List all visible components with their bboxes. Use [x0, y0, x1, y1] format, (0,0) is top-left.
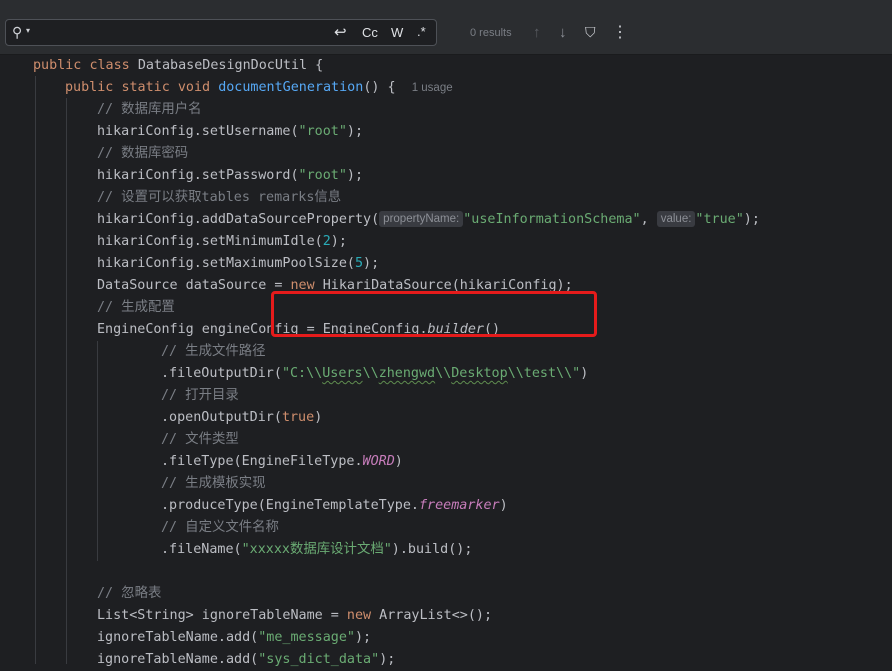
code-comment: // 打开目录: [161, 388, 239, 403]
code-line: ignoreTableName.add("sys_dict_data");: [97, 652, 396, 667]
highlight-annotation-box: [271, 291, 597, 337]
regex-button[interactable]: .*: [417, 24, 426, 39]
code-line: hikariConfig.addDataSourceProperty(prope…: [97, 211, 760, 227]
indent-guide: [35, 76, 36, 664]
code-comment: // 数据库密码: [97, 146, 189, 161]
code-line: .fileName("xxxxx数据库设计文档").build();: [161, 542, 473, 557]
code-comment: // 自定义文件名称: [161, 520, 279, 535]
code-line: hikariConfig.setMaximumPoolSize(5);: [97, 256, 380, 271]
code-comment: // 文件类型: [161, 432, 239, 447]
code-comment: // 生成配置: [97, 300, 175, 315]
code-line: public static void documentGeneration() …: [65, 80, 453, 95]
search-input[interactable]: [42, 23, 326, 44]
previous-occurrence-icon[interactable]: ↑: [533, 24, 541, 41]
code-line: hikariConfig.setPassword("root");: [97, 168, 364, 183]
indent-guide: [97, 341, 98, 561]
search-icon[interactable]: ⚲: [12, 24, 22, 41]
filter-icon[interactable]: ⛉: [585, 24, 596, 41]
code-line: public class DatabaseDesignDocUtil {: [33, 58, 324, 73]
code-line: List<String> ignoreTableName = new Array…: [97, 608, 493, 623]
results-count: 0 results: [470, 27, 512, 39]
code-comment: // 生成模板实现: [161, 476, 266, 491]
match-case-button[interactable]: Cc: [362, 25, 378, 40]
indent-guide: [66, 98, 67, 664]
parameter-hint: value:: [656, 211, 696, 227]
code-line: .fileType(EngineFileType.WORD): [161, 454, 403, 469]
code-comment: // 忽略表: [97, 586, 162, 601]
code-line: ignoreTableName.add("me_message");: [97, 630, 372, 645]
code-comment: // 生成文件路径: [161, 344, 266, 359]
more-options-icon[interactable]: ⋮: [612, 22, 628, 42]
code-comment: // 数据库用户名: [97, 102, 202, 117]
code-line: .openOutputDir(true): [161, 410, 323, 425]
whole-words-button[interactable]: W: [391, 25, 403, 40]
code-line: hikariConfig.setMinimumIdle(2);: [97, 234, 347, 249]
code-line: hikariConfig.setUsername("root");: [97, 124, 364, 139]
code-line: .fileOutputDir("C:\\Users\\zhengwd\\Desk…: [161, 366, 589, 381]
find-toolbar: ⚲ ▾ ↩ Cc W .* 0 results ↑ ↓ ⛉ ⋮: [0, 0, 892, 55]
new-line-icon[interactable]: ↩: [334, 23, 347, 41]
code-editor[interactable]: public class DatabaseDesignDocUtil { pub…: [0, 55, 892, 667]
usage-hint[interactable]: 1 usage: [412, 82, 453, 94]
code-comment: // 设置可以获取tables remarks信息: [97, 190, 342, 205]
code-line: .produceType(EngineTemplateType.freemark…: [161, 498, 508, 513]
history-dropdown-icon[interactable]: ▾: [26, 26, 30, 35]
parameter-hint: propertyName:: [379, 211, 464, 227]
next-occurrence-icon[interactable]: ↓: [559, 24, 567, 41]
search-field-container[interactable]: ⚲ ▾ ↩ Cc W .*: [5, 19, 437, 46]
